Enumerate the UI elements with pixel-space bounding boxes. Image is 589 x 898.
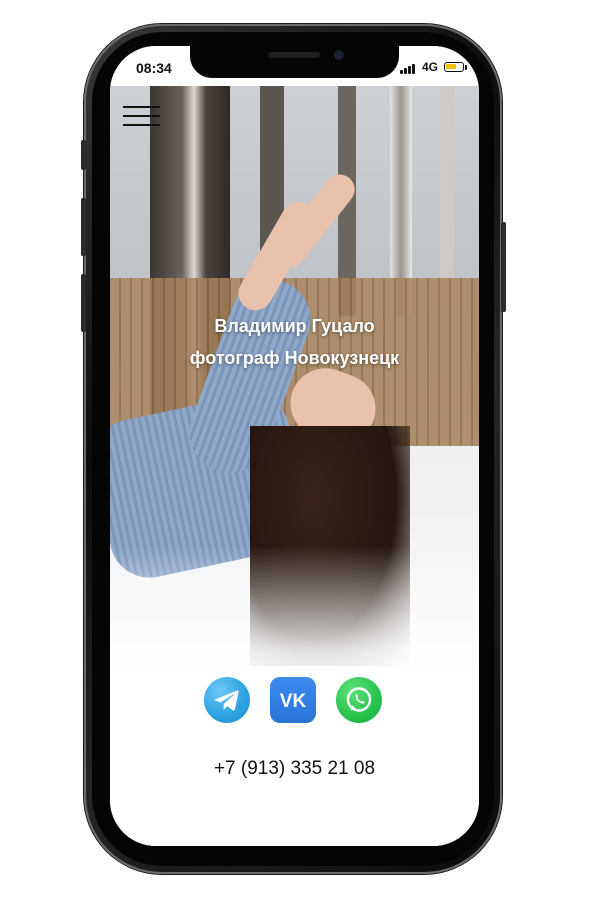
vk-icon[interactable]: VK (270, 677, 316, 723)
status-time: 08:34 (136, 60, 172, 76)
hamburger-menu-icon[interactable] (123, 103, 160, 129)
hero-title-subtitle: фотограф Новокузнецк (189, 348, 400, 368)
network-type: 4G (422, 60, 439, 74)
contact-phone[interactable]: +7 (913) 335 21 08 (110, 758, 479, 780)
battery-level (446, 64, 456, 69)
hero-title-name: Владимир Гуцало (214, 316, 375, 336)
battery-icon (444, 62, 464, 72)
side-button-mute (81, 140, 86, 170)
signal-icon (400, 63, 418, 74)
status-bar: 08:34 4G (110, 46, 479, 86)
side-button-power (501, 222, 506, 312)
social-links: VK (110, 677, 479, 725)
hero-photo (110, 46, 479, 846)
svg-text:VK: VK (280, 691, 307, 712)
front-camera (334, 50, 344, 60)
phone-screen: 08:34 4G Владимир Гуцало фотограф Новоку… (110, 46, 479, 846)
telegram-icon[interactable] (204, 677, 250, 723)
whatsapp-icon[interactable] (336, 677, 382, 723)
notch (190, 46, 399, 78)
hero-title: Владимир Гуцало фотограф Новокузнецк (110, 310, 479, 374)
side-button-volume-up (81, 198, 86, 256)
speaker-grille (268, 52, 320, 58)
side-button-volume-down (81, 274, 86, 332)
